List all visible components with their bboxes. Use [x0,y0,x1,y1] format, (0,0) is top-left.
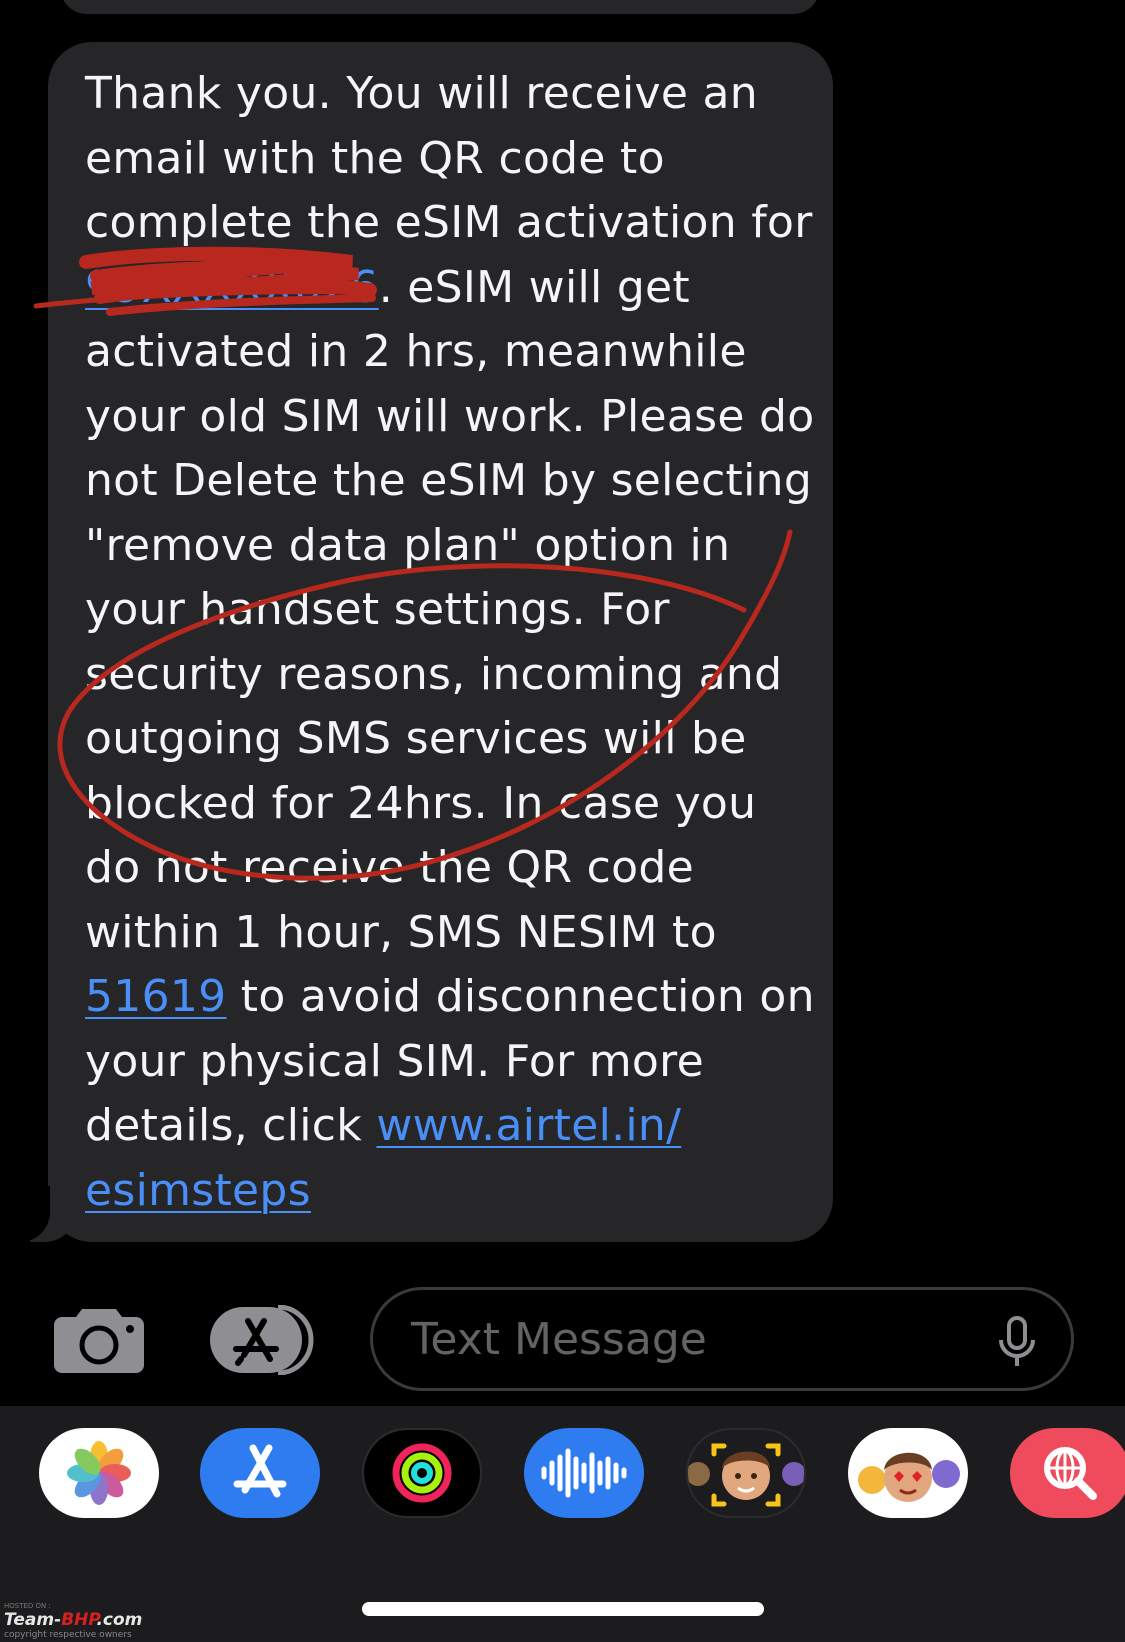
message-text: to avoid disconnection on [226,971,815,1022]
message-input[interactable]: Text Message [370,1287,1074,1391]
audio-message-app-icon[interactable] [524,1428,644,1518]
app-store-app-icon[interactable] [200,1428,320,1518]
watermark: HOSTED ON : Team-BHP.com copyright respe… [4,1602,194,1642]
url-link-continued[interactable]: esimsteps [85,1165,311,1216]
photos-app-icon[interactable] [39,1428,159,1518]
message-line: not Delete the eSIM by selecting [85,455,813,506]
watermark-copyright: copyright respective owners [4,1630,132,1640]
activity-app-icon[interactable] [362,1428,482,1518]
watermark-brand: Team-BHP.com [4,1610,143,1630]
message-line: activated in 2 hrs, meanwhile [85,326,747,377]
app-store-icon [210,1305,314,1375]
message-line: blocked for 24hrs. In case you [85,777,757,829]
message-line: do not receive the QR code [85,842,694,893]
message-text: details, click [85,1100,377,1151]
message-line-shortcode: 51619 to avoid disconnection on [85,965,814,1030]
url-link[interactable]: www.airtel.in/ [376,1100,681,1151]
watermark-hosted: HOSTED ON : [4,1602,51,1610]
microphone-icon[interactable] [997,1316,1037,1368]
message-line: Thank you. You will receive an [85,68,758,119]
shortcode-link[interactable]: 51619 [85,971,226,1022]
message-line: your physical SIM. For more [85,1035,704,1087]
message-line: your old SIM will work. Please do [85,390,815,442]
message-line: security reasons, incoming and [85,648,783,700]
images-search-app-icon[interactable] [1010,1428,1125,1518]
message-line: email with the QR code to [85,132,665,184]
compose-bar: Text Message [0,1285,1125,1395]
message-input-placeholder: Text Message [411,1313,707,1365]
message-line-url-cont: esimsteps [85,1159,803,1224]
message-text: . eSIM will get [378,261,690,313]
memoji-camera-app-icon[interactable] [686,1428,806,1518]
message-line-url: details, click www.airtel.in/ [85,1094,803,1159]
memoji-stickers-app-icon[interactable] [848,1428,968,1518]
message-bubble[interactable]: Thank you. You will receive an email wit… [48,42,833,1242]
home-indicator[interactable] [362,1602,764,1616]
apps-button[interactable] [208,1305,318,1375]
message-line: your handset settings. For [85,584,670,635]
message-line: outgoing SMS services will be [85,713,747,764]
message-line: "remove data plan" option in [85,519,731,571]
previous-message-bubble [60,0,820,14]
message-line: complete the eSIM activation for [85,197,813,248]
camera-icon [54,1309,144,1373]
phone-number-link[interactable]: 99XXXXX026 [85,262,379,313]
message-line-phone: 99XXXXX026. eSIM will get [85,256,803,321]
message-line: within 1 hour, SMS NESIM to [85,906,717,958]
camera-button[interactable] [54,1307,144,1373]
